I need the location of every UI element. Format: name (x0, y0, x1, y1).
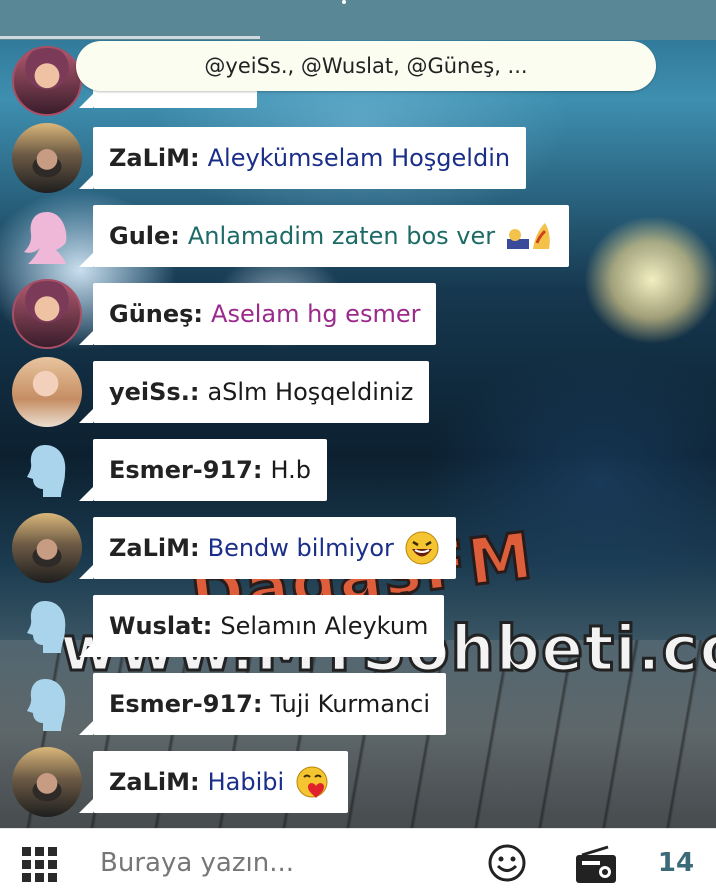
message-bubble: Wuslat: Selamın Aleykum (78, 595, 445, 657)
avatar[interactable] (12, 46, 82, 116)
radio-icon[interactable] (574, 845, 618, 885)
message-text: Bendw bilmiyor (207, 534, 394, 562)
message-nick[interactable]: Esmer-917: (109, 456, 262, 484)
message-nick[interactable]: ZaLiM: (109, 144, 200, 172)
kissing-emoji-icon (294, 764, 332, 800)
message-bubble: ZaLiM: Bendw bilmiyor (79, 517, 456, 579)
message-nick[interactable]: yeiSs.: (109, 378, 199, 406)
message-input[interactable] (100, 841, 460, 885)
praying-emoji-icon (505, 219, 553, 253)
message-text: H.b (270, 456, 311, 484)
male-silhouette-icon (27, 601, 66, 653)
chat-message: Wuslat: Selamın Aleykum (0, 595, 716, 659)
avatar[interactable] (12, 201, 82, 271)
avatar[interactable] (12, 591, 82, 661)
top-bar (0, 0, 716, 40)
chat-message: ZaLiM: Bendw bilmiyor (0, 513, 716, 583)
avatar[interactable] (12, 279, 82, 349)
grid-menu-icon[interactable] (22, 847, 58, 883)
message-nick[interactable]: Wuslat: (109, 612, 212, 640)
chat-message: Esmer-917: H.b (0, 439, 716, 503)
avatar[interactable] (12, 747, 82, 817)
avatar[interactable] (12, 435, 82, 505)
message-text: aSlm Hoşqeldiniz (207, 378, 414, 406)
message-text: Anlamadim zaten bos ver (187, 222, 496, 250)
message-text: Tuji Kurmanci (270, 690, 431, 718)
laughing-emoji-icon (404, 530, 440, 566)
avatar[interactable] (12, 123, 82, 193)
message-nick[interactable]: Güneş: (109, 300, 203, 328)
message-bubble: ZaLiM: Habibi (78, 751, 349, 813)
male-silhouette-icon (27, 679, 66, 731)
top-bar-dot (342, 0, 346, 4)
online-count[interactable]: 14 (646, 845, 706, 881)
message-bubble: Gule: Anlamadim zaten bos ver (78, 205, 570, 267)
message-text: Habibi (207, 768, 285, 796)
message-bubble: ZaLiM: Aleykümselam Hoşgeldin (78, 127, 527, 189)
chat-message: Gule: Anlamadim zaten bos ver (0, 205, 716, 269)
chat-message: Esmer-917: Tuji Kurmanci (0, 673, 716, 737)
message-bubble: Esmer-917: H.b (79, 439, 327, 501)
top-bar-progress (0, 36, 260, 39)
avatar[interactable] (12, 357, 82, 427)
message-text: Aselam hg esmer (211, 300, 421, 328)
chat-message: ZaLiM: Aleykümselam Hoşgeldin (0, 123, 716, 193)
chat-message: Güneş: Aselam hg esmer (0, 279, 716, 349)
message-nick[interactable]: ZaLiM: (109, 534, 200, 562)
message-text: Selamın Aleykum (220, 612, 429, 640)
chat-message: ZaLiM: Habibi (0, 747, 716, 817)
mentions-pill[interactable]: @yeiSs., @Wuslat, @Güneş, ... (76, 41, 656, 91)
male-silhouette-icon (27, 445, 66, 497)
smiley-icon[interactable] (487, 843, 527, 883)
message-nick[interactable]: ZaLiM: (109, 768, 200, 796)
message-bubble: yeiSs.: aSlm Hoşqeldiniz (78, 361, 430, 423)
message-bubble: Esmer-917: Tuji Kurmanci (78, 673, 447, 735)
message-text: Aleykümselam Hoşgeldin (207, 144, 511, 172)
composer-bar: 14 (0, 828, 716, 894)
message-bubble: Güneş: Aselam hg esmer (78, 283, 437, 345)
message-nick[interactable]: Esmer-917: (109, 690, 262, 718)
avatar[interactable] (12, 669, 82, 739)
message-nick[interactable]: Gule: (109, 222, 180, 250)
chat-screen: DadaşFM www.MTSohbeti.com @yeiSs., @Wusl… (0, 0, 716, 894)
avatar[interactable] (12, 513, 82, 583)
chat-message: yeiSs.: aSlm Hoşqeldiniz (0, 357, 716, 427)
female-silhouette-icon (24, 212, 67, 264)
